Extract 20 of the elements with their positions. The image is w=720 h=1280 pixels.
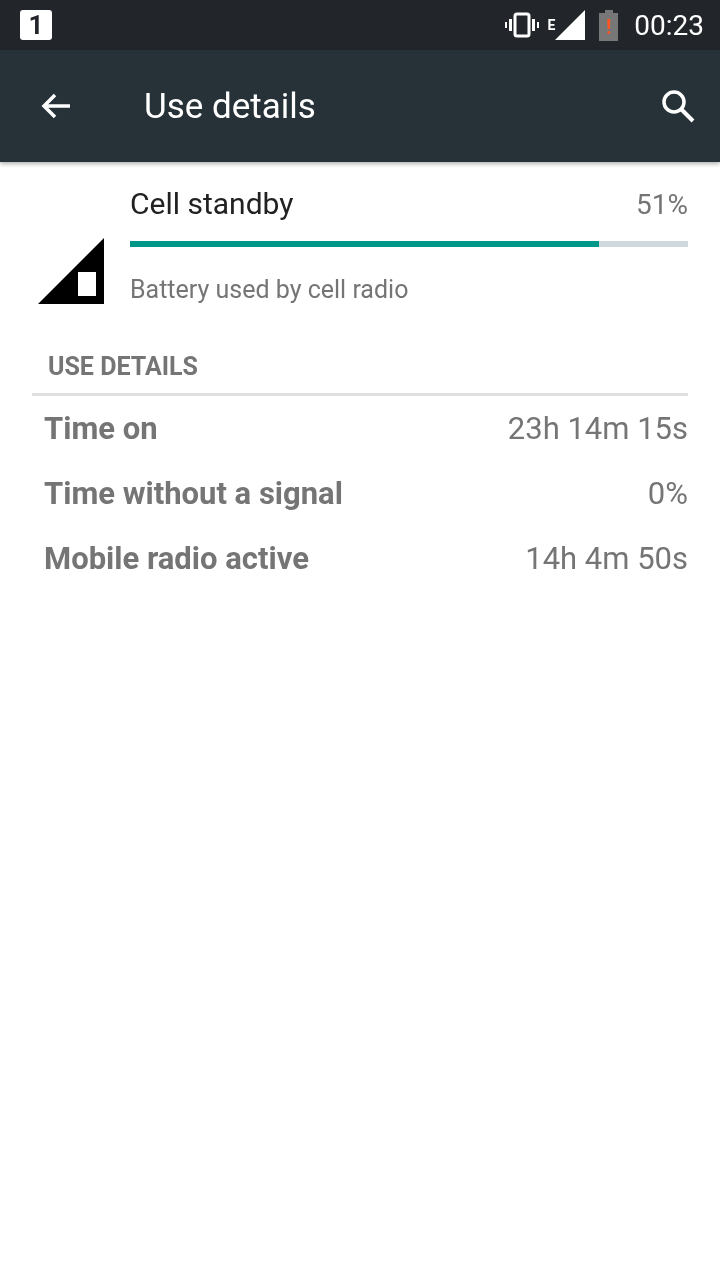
clock: 00:23 [634, 8, 704, 42]
item-title: Cell standby [130, 186, 294, 221]
detail-label: Time without a signal [44, 475, 343, 512]
screen-title: Use details [144, 85, 317, 127]
signal-icon [555, 10, 586, 40]
detail-value: 0% [647, 475, 688, 512]
vibrate-icon [505, 12, 540, 38]
notification-icon: 1 [20, 10, 52, 40]
detail-label: Time on [44, 410, 158, 447]
detail-label: Mobile radio active [44, 540, 309, 577]
item-subtitle: Battery used by cell radio [130, 275, 410, 304]
back-icon[interactable] [40, 92, 72, 120]
battery-icon: ! [599, 9, 619, 41]
signal-icon [38, 238, 106, 306]
network-type: E [547, 16, 556, 33]
search-icon[interactable] [660, 88, 696, 124]
section-header: USE DETAILS [48, 352, 199, 381]
detail-value: 23h 14m 15s [507, 410, 688, 447]
percent-text: 51% [636, 188, 688, 221]
detail-value: 14h 4m 50s [525, 540, 688, 577]
